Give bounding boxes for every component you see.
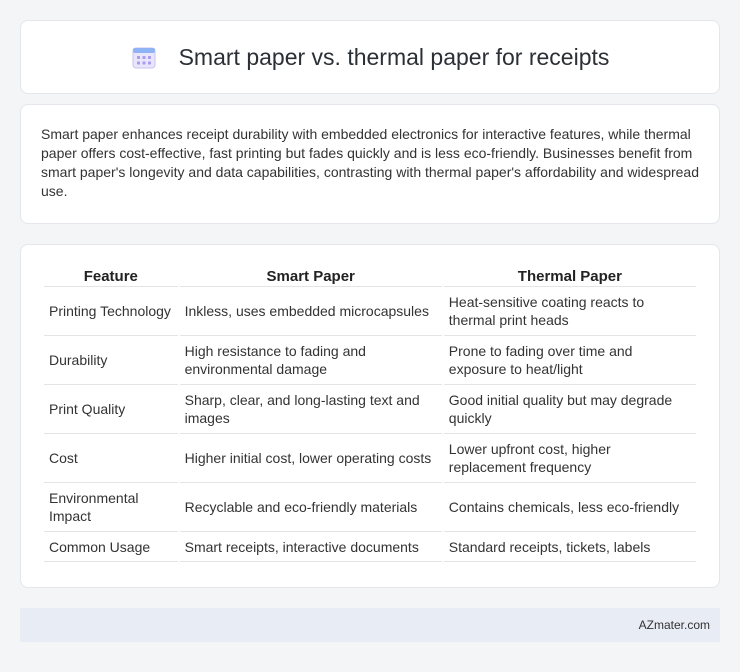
calendar-icon [132,47,156,69]
table-row: Durability High resistance to fading and… [44,336,696,385]
header-feature: Feature [44,265,178,287]
feature-cell: Printing Technology [44,287,178,336]
table-row: Common Usage Smart receipts, interactive… [44,532,696,562]
smart-paper-cell: Sharp, clear, and long-lasting text and … [179,385,442,434]
footer: AZmater.com [20,608,720,642]
table-row: Printing Technology Inkless, uses embedd… [44,287,696,336]
smart-paper-cell: Higher initial cost, lower operating cos… [179,434,442,483]
feature-cell: Cost [44,434,178,483]
header-thermal-paper: Thermal Paper [443,265,696,287]
thermal-paper-cell: Good initial quality but may degrade qui… [443,385,696,434]
thermal-paper-cell: Standard receipts, tickets, labels [443,532,696,562]
table-header-row: Feature Smart Paper Thermal Paper [44,265,696,287]
feature-cell: Environmental Impact [44,483,178,532]
header-smart-paper: Smart Paper [179,265,442,287]
feature-cell: Print Quality [44,385,178,434]
feature-cell: Common Usage [44,532,178,562]
page-title: Smart paper vs. thermal paper for receip… [178,43,610,70]
thermal-paper-cell: Prone to fading over time and exposure t… [443,336,696,385]
thermal-paper-cell: Lower upfront cost, higher replacement f… [443,434,696,483]
table-row: Cost Higher initial cost, lower operatin… [44,434,696,483]
smart-paper-cell: Recyclable and eco-friendly materials [179,483,442,532]
thermal-paper-cell: Contains chemicals, less eco-friendly [443,483,696,532]
table-row: Print Quality Sharp, clear, and long-las… [44,385,696,434]
smart-paper-cell: Smart receipts, interactive documents [179,532,442,562]
comparison-card: Feature Smart Paper Thermal Paper Printi… [20,244,720,588]
thermal-paper-cell: Heat-sensitive coating reacts to thermal… [443,287,696,336]
table-row: Environmental Impact Recyclable and eco-… [44,483,696,532]
footer-site-link[interactable]: AZmater.com [639,618,710,632]
smart-paper-cell: High resistance to fading and environmen… [179,336,442,385]
summary-card: Smart paper enhances receipt durability … [20,104,720,224]
feature-cell: Durability [44,336,178,385]
title-card: Smart paper vs. thermal paper for receip… [20,20,720,94]
comparison-table: Feature Smart Paper Thermal Paper Printi… [42,265,698,562]
smart-paper-cell: Inkless, uses embedded microcapsules [179,287,442,336]
summary-text: Smart paper enhances receipt durability … [41,126,700,199]
